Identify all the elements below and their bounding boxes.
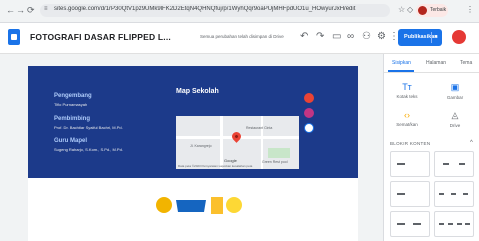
google-sites-logo[interactable]: [8, 29, 20, 45]
map-pin-icon[interactable]: [230, 130, 243, 143]
browser-toolbar: ← → ⟳ ≡ sites.google.com/d/1rP30QtV1pz9U…: [0, 0, 479, 23]
settings-icon[interactable]: ⚙: [377, 31, 386, 42]
layout-tile[interactable]: [434, 211, 474, 237]
url-text[interactable]: sites.google.com/d/1rP30QtV1pz9UMk9lFK2D…: [54, 6, 384, 12]
save-status: Semua perubahan telah disimpan di Drive: [200, 34, 284, 39]
drive-label: Drive: [449, 123, 461, 128]
map-park-label: Green Rest pool: [262, 160, 288, 164]
map-road: [220, 116, 223, 169]
guru-title: Guru Mapel: [54, 138, 88, 144]
footer-section[interactable]: Pengembang Tiflo Purnamasyah Pembimbing …: [28, 66, 358, 178]
redo-icon[interactable]: ↷: [316, 31, 324, 42]
image-icon: ▣: [450, 82, 460, 92]
layout-line: [465, 223, 470, 225]
back-icon[interactable]: ←: [6, 5, 15, 15]
layout-line: [451, 193, 456, 195]
layout-line: [439, 223, 444, 225]
tab-halaman[interactable]: Halaman: [426, 60, 446, 66]
forward-icon[interactable]: →: [16, 5, 25, 15]
image-item[interactable]: ▣ Gambar: [440, 82, 470, 100]
drive-icon: ◬: [451, 110, 459, 120]
image-label: Gambar: [446, 95, 464, 100]
map-footer: Data peta ©2023 Persyaratan Laporkan kes…: [178, 164, 253, 168]
sites-header: FOTOGRAFI DASAR FLIPPED L... Semua perub…: [0, 23, 479, 54]
embed-item[interactable]: ‹› Semat/kan: [392, 110, 422, 127]
pembimbing-title: Pembimbing: [54, 116, 91, 122]
publish-dropdown-icon[interactable]: ▾: [431, 32, 440, 43]
extension-icon[interactable]: ◇: [407, 5, 413, 14]
teknologi-pendidikan-logo: [176, 200, 206, 212]
layout-line: [457, 223, 462, 225]
editor-canvas: Pengembang Tiflo Purnamasyah Pembimbing …: [0, 54, 383, 241]
text-box-item[interactable]: Tт Kotak teks: [392, 82, 422, 99]
share-icon[interactable]: ⚇: [362, 31, 371, 42]
collapse-chevron-icon[interactable]: ^: [470, 140, 473, 146]
google-label: Google: [224, 158, 237, 163]
profile-avatar: [418, 6, 427, 15]
layout-line: [443, 163, 449, 165]
link-icon[interactable]: ∞: [347, 31, 354, 42]
partner-logos: [156, 197, 242, 214]
pembimbing-name: Prof. Dr. Bachtiar Syaiful Bachri, M.Pd.: [54, 125, 123, 130]
browser-menu-icon[interactable]: ⋮: [466, 5, 474, 14]
pengembang-title: Pengembang: [54, 93, 92, 99]
layout-line: [413, 223, 421, 225]
map-park: [268, 148, 290, 158]
account-avatar[interactable]: [452, 30, 466, 44]
insert-panel: Sisipkan Halaman Tema Tт Kotak teks ▣ Ga…: [383, 54, 479, 241]
layout-tile[interactable]: [390, 211, 430, 237]
layout-line: [459, 163, 465, 165]
publish-button[interactable]: Publikasikan ▾: [398, 29, 442, 46]
site-info-icon[interactable]: ≡: [44, 6, 48, 12]
layout-line: [397, 193, 405, 195]
guru-name: Sugeng Raharjo, S.Kom., S.Pd., M.Pd.: [54, 147, 123, 152]
drive-item[interactable]: ◬ Drive: [440, 110, 470, 128]
layout-line: [439, 193, 444, 195]
reload-icon[interactable]: ⟳: [27, 5, 35, 16]
map-title: Map Sekolah: [176, 88, 219, 95]
map-place-label: Restaurant Cinta: [246, 126, 273, 130]
document-title[interactable]: FOTOGRAFI DASAR FLIPPED L...: [30, 32, 171, 42]
address-bar[interactable]: ≡ sites.google.com/d/1rP30QtV1pz9UMk9lFK…: [40, 4, 390, 17]
layout-line: [463, 193, 468, 195]
embed-icon: ‹›: [404, 110, 410, 120]
layout-line: [397, 223, 405, 225]
layout-tile[interactable]: [390, 151, 430, 177]
instagram-icon[interactable]: [304, 108, 314, 118]
content-blocks-label: BLOKIR KONTEN: [390, 141, 431, 146]
embedded-map[interactable]: Restaurant Cinta Jl. Karangrejo Green Re…: [176, 116, 299, 169]
layout-tile[interactable]: [390, 181, 430, 207]
undo-icon[interactable]: ↶: [300, 31, 308, 42]
tab-tema[interactable]: Tema: [460, 60, 472, 66]
layout-line: [448, 223, 453, 225]
embed-label: Semat/kan: [396, 122, 418, 127]
unesa-logo: [156, 197, 172, 213]
preview-icon[interactable]: ▭: [332, 31, 341, 42]
tut-wuri-logo: [211, 197, 223, 214]
star-icon[interactable]: ☆: [398, 5, 405, 14]
school-logo: [226, 197, 242, 213]
text-box-label: Kotak teks: [396, 94, 418, 99]
youtube-icon[interactable]: [304, 93, 314, 103]
pengembang-name: Tiflo Purnamasyah: [54, 102, 88, 107]
layout-line: [397, 163, 405, 165]
email-icon[interactable]: [304, 123, 314, 133]
text-box-icon: Tт: [402, 82, 412, 92]
layout-tile[interactable]: [434, 181, 474, 207]
site-page[interactable]: Pengembang Tiflo Purnamasyah Pembimbing …: [28, 66, 358, 241]
profile-label: Terbaik: [430, 7, 447, 13]
tab-sisipkan[interactable]: Sisipkan: [392, 60, 411, 66]
profile-chip[interactable]: Terbaik: [416, 4, 448, 17]
layout-tile[interactable]: [434, 151, 474, 177]
map-street-label: Jl. Karangrejo: [190, 144, 212, 148]
divider: [384, 72, 479, 73]
